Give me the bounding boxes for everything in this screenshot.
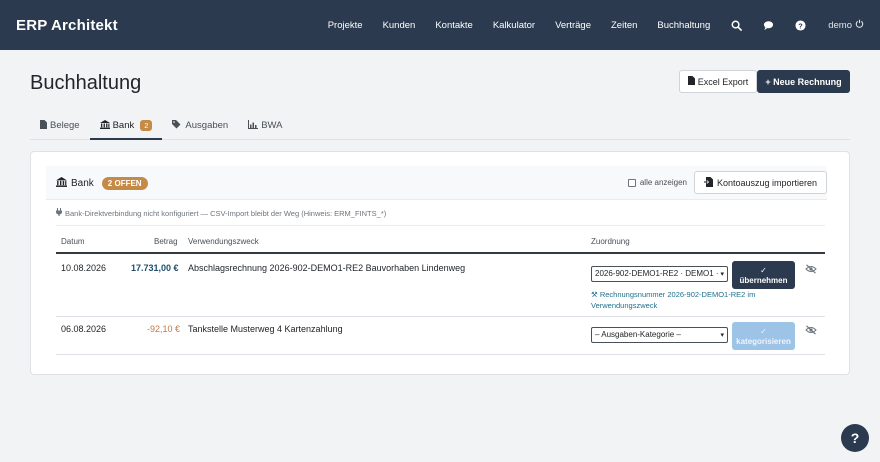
help-button[interactable]: ?: [841, 424, 869, 452]
nav-item-kalkulator[interactable]: Kalkulator: [493, 20, 535, 31]
user-name: demo: [828, 19, 852, 31]
nav-item-zeiten[interactable]: Zeiten: [611, 20, 637, 31]
bank-icon: [99, 120, 110, 132]
excel-export-button[interactable]: Excel Export: [679, 70, 757, 93]
import-statement-button[interactable]: Kontoauszug importieren: [694, 171, 827, 194]
open-count-badge: 2 OFFEN: [101, 177, 148, 190]
check-icon: ✓: [760, 265, 767, 275]
tab-label: BWA: [261, 120, 283, 131]
page-title: Buchhaltung: [30, 72, 142, 94]
assignment-select[interactable]: 2026-902-DEMO1-RE2 · DEMO1 · ▾: [591, 266, 728, 282]
tab-bar: Belege Bank 2 Ausgaben BWA: [30, 114, 850, 140]
power-icon: [855, 19, 864, 31]
bank-connection-info: Bank-Direktverbindung nicht konfiguriert…: [56, 208, 386, 218]
bank-title: Bank: [71, 178, 94, 189]
new-invoice-label: + Neue Rechnung: [765, 76, 842, 87]
bank-card-header: Bank 2 OFFEN alle anzeigen Kontoauszug i…: [46, 166, 827, 200]
row-purpose: Tankstelle Musterweg 4 Kartenzahlung: [188, 324, 343, 334]
main-nav: Projekte Kunden Kontakte Kalkulator Vert…: [308, 19, 864, 31]
new-invoice-button[interactable]: + Neue Rechnung: [757, 70, 850, 93]
user-menu[interactable]: demo: [828, 19, 864, 31]
column-header-date: Datum: [61, 237, 85, 246]
row-purpose: Abschlagsrechnung 2026-902-DEMO1-RE2 Bau…: [188, 263, 466, 273]
hide-eye-icon[interactable]: [805, 264, 817, 274]
bank-card: Bank 2 OFFEN alle anzeigen Kontoauszug i…: [30, 151, 850, 375]
svg-text:?: ?: [798, 21, 803, 30]
chevron-down-icon: ▾: [720, 271, 724, 278]
column-header-purpose: Verwendungszweck: [188, 237, 259, 246]
magic-wand-icon: ⚒: [591, 290, 598, 299]
nav-item-buchhaltung[interactable]: Buchhaltung: [657, 20, 710, 31]
show-all-checkbox[interactable]: [627, 178, 636, 187]
tags-icon: [172, 120, 182, 132]
accept-button[interactable]: ✓ übernehmen: [732, 261, 795, 289]
nav-item-vertraege[interactable]: Verträge: [555, 20, 591, 31]
expense-category-select[interactable]: – Ausgaben-Kategorie – ▾: [591, 327, 728, 343]
tab-bank[interactable]: Bank 2: [89, 114, 163, 140]
chart-icon: [248, 120, 259, 132]
app-brand[interactable]: ERP Architekt: [16, 17, 118, 34]
tab-belege[interactable]: Belege: [30, 114, 90, 140]
row-date: 10.08.2026: [61, 263, 107, 273]
top-navbar: ERP Architekt Projekte Kunden Kontakte K…: [0, 0, 880, 50]
assignment-select-value: 2026-902-DEMO1-RE2 · DEMO1 ·: [595, 269, 719, 278]
chevron-down-icon: ▾: [720, 332, 724, 339]
show-all-toggle[interactable]: alle anzeigen: [627, 178, 687, 187]
table-row: 10.08.2026 17.731,00 € Abschlagsrechnung…: [56, 255, 825, 317]
table-row: 06.08.2026 -92,10 € Tankstelle Musterweg…: [56, 317, 825, 355]
check-icon: ✓: [760, 326, 767, 336]
chat-icon[interactable]: [762, 19, 774, 31]
row-date: 06.08.2026: [61, 324, 107, 334]
nav-item-kontakte[interactable]: Kontakte: [435, 20, 473, 31]
excel-export-label: Excel Export: [697, 76, 749, 87]
accept-label: übernehmen: [739, 275, 788, 285]
tab-ausgaben[interactable]: Ausgaben: [162, 114, 238, 140]
row-amount: 17.731,00 €: [131, 263, 179, 273]
categorize-label: kategorisieren: [736, 336, 791, 346]
file-import-icon: [703, 176, 713, 189]
tab-label: Bank: [112, 120, 135, 131]
row-amount: -92,10 €: [147, 324, 181, 334]
file-icon: [40, 120, 47, 132]
tab-bwa[interactable]: BWA: [238, 114, 292, 140]
column-header-assignment: Zuordnung: [591, 237, 630, 246]
file-icon: [687, 76, 695, 87]
bank-connection-info-text: Bank-Direktverbindung nicht konfiguriert…: [65, 208, 387, 218]
nav-item-projekte[interactable]: Projekte: [328, 20, 363, 31]
tab-label: Belege: [50, 120, 80, 131]
help-circle-icon[interactable]: ?: [794, 19, 806, 31]
plug-icon: [56, 208, 62, 218]
tab-count-badge: 2: [140, 120, 153, 131]
match-hint: ⚒ Rechnungsnummer 2026-902-DEMO1-RE2 im …: [591, 289, 771, 311]
search-icon[interactable]: [730, 19, 742, 31]
page-header: Buchhaltung Excel Export + Neue Rechnung: [30, 70, 850, 94]
expense-category-select-value: – Ausgaben-Kategorie –: [595, 330, 681, 339]
transactions-table-header: Datum Betrag Verwendungszweck Zuordnung: [56, 232, 825, 254]
column-header-amount: Betrag: [154, 237, 178, 246]
categorize-button[interactable]: ✓ kategorisieren: [732, 322, 795, 350]
bank-icon: [56, 177, 67, 190]
nav-item-kunden[interactable]: Kunden: [383, 20, 416, 31]
bank-card-title: Bank 2 OFFEN: [56, 177, 148, 190]
show-all-label: alle anzeigen: [639, 178, 687, 187]
tab-label: Ausgaben: [185, 120, 229, 131]
hide-eye-icon[interactable]: [805, 325, 817, 335]
match-hint-text: Rechnungsnummer 2026-902-DEMO1-RE2 im Ve…: [591, 290, 756, 310]
import-statement-label: Kontoauszug importieren: [716, 177, 818, 188]
divider: [56, 225, 825, 226]
